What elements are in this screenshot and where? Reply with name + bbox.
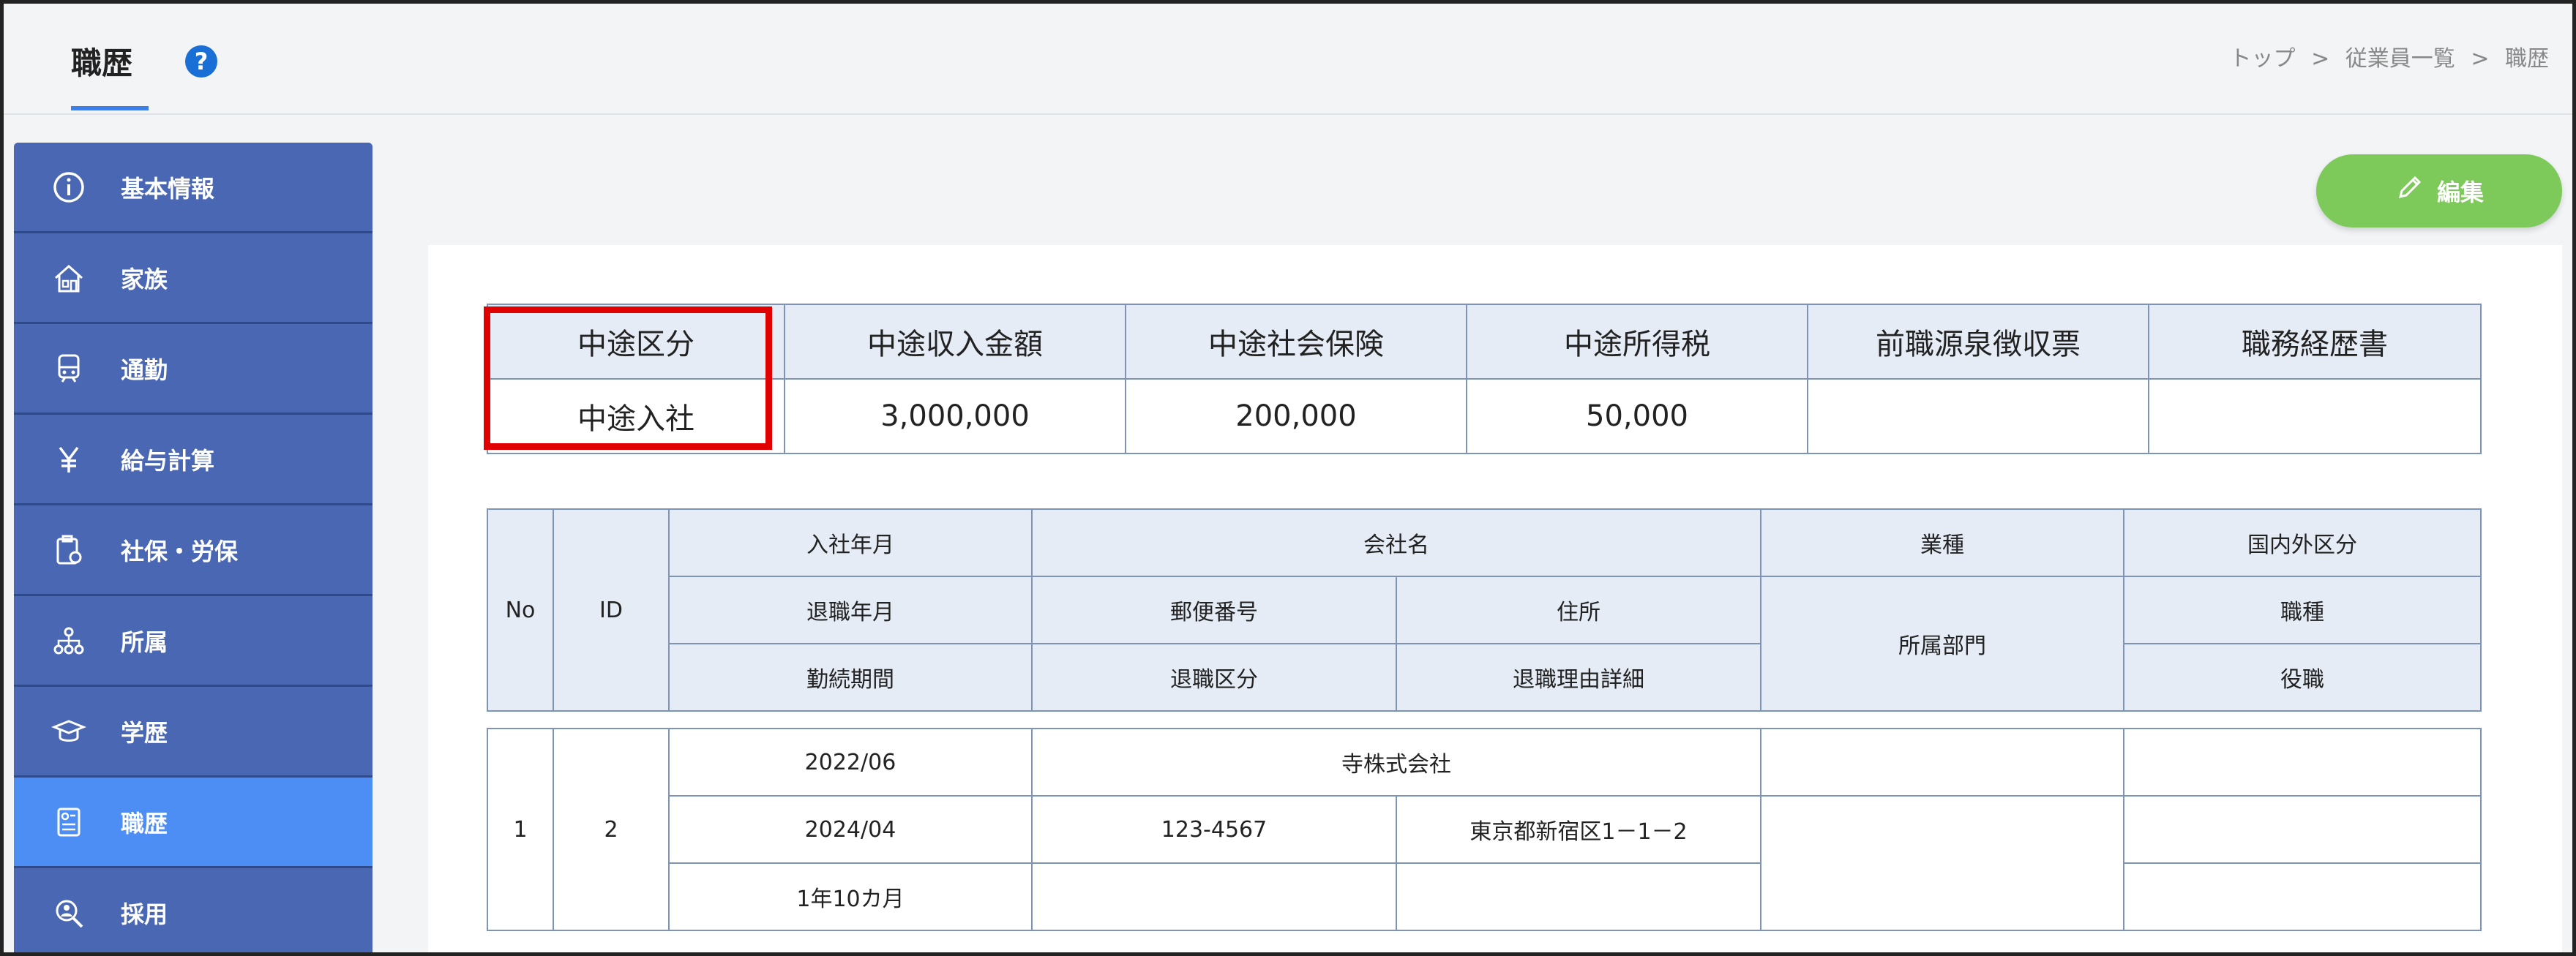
table-cell	[2123, 795, 2482, 864]
column-header: 国内外区分	[2123, 508, 2482, 577]
table-row[interactable]: 2024/04 123-4567 東京都新宿区1－1－2	[487, 795, 2482, 931]
table-cell	[1396, 862, 1761, 931]
table-cell: 3,000,000	[784, 378, 1126, 454]
work-history-header-table: No ID 入社年月 会社名 業種 国内外区分 退職年月 郵便番号 住所 所属部…	[487, 508, 2482, 712]
column-header: 役職	[2123, 643, 2482, 712]
info-icon	[49, 168, 89, 207]
clipboard-icon	[49, 530, 89, 570]
sidebar: 基本情報 家族 通勤 給与計算 社保・労保 所属 学歴 職歴 採用	[14, 143, 372, 952]
question-circle-icon[interactable]: ?	[185, 45, 217, 78]
sidebar-item-recruitment[interactable]: 採用	[14, 868, 372, 952]
column-header: 会社名	[1031, 508, 1761, 577]
table-row[interactable]: 1年10カ月	[487, 862, 2482, 931]
column-header: 勤続期間	[668, 643, 1033, 712]
edit-button[interactable]: 編集	[2316, 154, 2562, 227]
table-header-row: 退職年月 郵便番号 住所 所属部門 職種	[487, 576, 2482, 712]
graduation-cap-icon	[49, 712, 89, 751]
column-header: 中途収入金額	[784, 304, 1126, 380]
sidebar-item-insurance[interactable]: 社保・労保	[14, 505, 372, 596]
breadcrumb-separator: >	[2471, 46, 2490, 72]
search-person-icon	[49, 893, 89, 933]
column-header: 前職源泉徴収票	[1807, 304, 2149, 380]
org-chart-icon	[49, 621, 89, 660]
page-header: 職歴 ? トップ > 従業員一覧 > 職歴	[4, 4, 2572, 115]
column-header: 郵便番号	[1031, 576, 1397, 644]
table-cell: 2022/06	[668, 728, 1033, 797]
sidebar-item-commute[interactable]: 通勤	[14, 324, 372, 415]
table-cell	[2148, 378, 2482, 454]
table-cell: 123-4567	[1031, 795, 1397, 864]
table-cell: 200,000	[1125, 378, 1467, 454]
breadcrumb-employee-list[interactable]: 従業員一覧	[2345, 46, 2455, 72]
column-header: ID	[553, 508, 670, 712]
column-header: 退職理由詳細	[1396, 643, 1761, 712]
table-cell: 2	[553, 728, 670, 931]
table-cell	[2123, 728, 2482, 797]
sidebar-item-label: 採用	[121, 900, 168, 928]
work-history-data-table: 1 2 2022/06 寺株式会社 2024/04 123-4567 東京都新宿…	[487, 728, 2482, 931]
breadcrumb-top[interactable]: トップ	[2230, 46, 2296, 72]
resume-icon	[49, 802, 89, 842]
column-header: 職種	[2123, 576, 2482, 644]
breadcrumb-separator: >	[2311, 46, 2330, 72]
sidebar-item-label: 職歴	[121, 809, 168, 838]
sidebar-item-label: 給与計算	[121, 446, 215, 475]
train-icon	[49, 349, 89, 388]
sidebar-item-label: 社保・労保	[121, 537, 239, 565]
table-cell	[2123, 862, 2482, 931]
column-header: 中途社会保険	[1125, 304, 1467, 380]
sidebar-item-basic-info[interactable]: 基本情報	[14, 143, 372, 233]
column-header: 入社年月	[668, 508, 1033, 577]
table-row: 中途入社 3,000,000 200,000 50,000	[487, 378, 2482, 454]
table-cell	[1760, 795, 2124, 931]
column-header: 住所	[1396, 576, 1761, 644]
table-header-row: No ID 入社年月 会社名 業種 国内外区分	[487, 508, 2482, 712]
sidebar-item-label: 学歴	[121, 718, 168, 747]
column-header: 退職区分	[1031, 643, 1397, 712]
table-cell: 東京都新宿区1－1－2	[1396, 795, 1761, 864]
mid-career-summary-table: 中途区分 中途収入金額 中途社会保険 中途所得税 前職源泉徴収票 職務経歴書 中…	[487, 304, 2482, 454]
title-underline	[71, 106, 149, 110]
column-header: 職務経歴書	[2148, 304, 2482, 380]
edit-button-label: 編集	[2436, 178, 2484, 206]
sidebar-item-education[interactable]: 学歴	[14, 687, 372, 778]
sidebar-item-family[interactable]: 家族	[14, 233, 372, 324]
breadcrumb-current: 職歴	[2505, 46, 2549, 72]
table-cell: 1年10カ月	[668, 862, 1033, 931]
table-cell: 50,000	[1466, 378, 1808, 454]
column-header: 業種	[1760, 508, 2124, 577]
table-cell: 2024/04	[668, 795, 1033, 864]
table-cell: 寺株式会社	[1031, 728, 1761, 797]
pencil-icon	[2395, 173, 2437, 208]
sidebar-item-label: 所属	[121, 628, 168, 656]
column-header: 所属部門	[1760, 576, 2124, 712]
table-cell: 1	[487, 728, 554, 931]
table-header-row: 勤続期間 退職区分 退職理由詳細 役職	[487, 643, 2482, 712]
table-cell	[1807, 378, 2149, 454]
app-frame: 職歴 ? トップ > 従業員一覧 > 職歴 基本情報 家族 通勤 給与計算 社保…	[0, 0, 2576, 956]
house-icon	[49, 258, 89, 298]
sidebar-item-work-history[interactable]: 職歴	[14, 778, 372, 868]
sidebar-item-label: 通勤	[121, 355, 168, 384]
table-row[interactable]: 1 2 2022/06 寺株式会社	[487, 728, 2482, 931]
column-header: 退職年月	[668, 576, 1033, 644]
yen-icon	[49, 440, 89, 479]
sidebar-item-affiliation[interactable]: 所属	[14, 596, 372, 687]
table-cell	[1031, 862, 1397, 931]
breadcrumb: トップ > 従業員一覧 > 職歴	[2225, 40, 2553, 72]
column-header: No	[487, 508, 554, 712]
table-cell	[1760, 728, 2124, 797]
work-history-card: 中途区分 中途収入金額 中途社会保険 中途所得税 前職源泉徴収票 職務経歴書 中…	[428, 245, 2562, 952]
page-title: 職歴	[71, 45, 133, 81]
sidebar-item-label: 家族	[121, 265, 168, 293]
sidebar-item-label: 基本情報	[121, 174, 215, 203]
table-header-row: 中途区分 中途収入金額 中途社会保険 中途所得税 前職源泉徴収票 職務経歴書	[487, 304, 2482, 380]
highlight-box	[484, 306, 772, 450]
sidebar-item-payroll[interactable]: 給与計算	[14, 415, 372, 505]
column-header: 中途所得税	[1466, 304, 1808, 380]
